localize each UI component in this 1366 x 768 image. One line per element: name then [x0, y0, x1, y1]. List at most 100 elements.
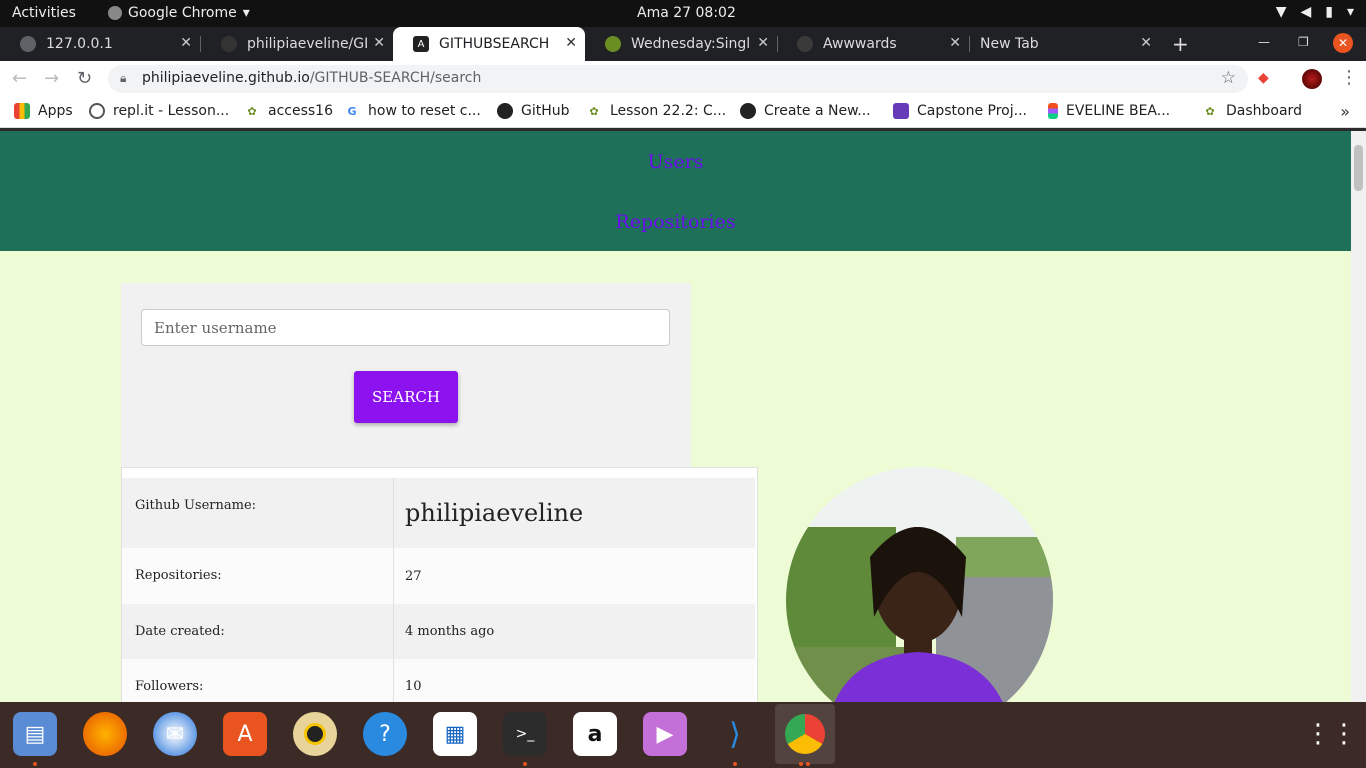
software-center-icon[interactable]: A	[223, 712, 267, 756]
bookmark-label: Lesson 22.2: C...	[610, 103, 727, 119]
bookmark-how-to-reset[interactable]: G how to reset c...	[344, 103, 481, 119]
figma-icon	[1048, 103, 1058, 119]
bookmark-label: access16	[268, 103, 333, 119]
bookmark-label: Apps	[38, 103, 73, 119]
tab-label: 127.0.0.1	[46, 36, 113, 52]
rhythmbox-icon[interactable]	[293, 712, 337, 756]
help-icon[interactable]: ?	[363, 712, 407, 756]
show-apps-icon[interactable]: ⋮⋮	[1305, 712, 1357, 756]
tab-github-repo[interactable]: philipiaeveline/GIT ✕	[201, 27, 393, 61]
restore-icon[interactable]: ❐	[1298, 35, 1309, 49]
row-key: Github Username:	[122, 478, 394, 548]
running-indicator	[733, 762, 737, 766]
kebab-menu-icon[interactable]: ⋮	[1340, 67, 1358, 88]
chrome-icon[interactable]	[775, 704, 835, 764]
bookmark-github[interactable]: GitHub	[497, 103, 570, 119]
bookmark-access16[interactable]: ✿ access16	[244, 103, 333, 119]
vscode-icon[interactable]: ⟩	[713, 712, 757, 756]
back-icon[interactable]: ←	[12, 68, 27, 89]
bookmarks-overflow-icon[interactable]: »	[1340, 102, 1350, 121]
tab-wednesday[interactable]: Wednesday:Single ✕	[585, 27, 777, 61]
forms-icon	[893, 103, 909, 119]
browser-toolbar: ← → ↻ 🔒︎ philipiaeveline.github.io/GITHU…	[0, 61, 1366, 97]
tab-awwwards[interactable]: Awwwards ✕	[777, 27, 969, 61]
close-tab-icon[interactable]: ✕	[565, 35, 577, 51]
app-menu[interactable]: Google Chrome ▾	[108, 5, 250, 21]
bookmark-create-a-new[interactable]: Create a New...	[740, 103, 871, 119]
running-indicator	[523, 762, 527, 766]
github-icon	[740, 103, 756, 119]
bookmark-star-icon[interactable]: ☆	[1221, 68, 1236, 88]
moringa-icon: ✿	[247, 104, 257, 118]
activities-button[interactable]: Activities	[12, 5, 76, 21]
url-text[interactable]: philipiaeveline.github.io/GITHUB-SEARCH/…	[142, 70, 481, 86]
bookmark-label: Create a New...	[764, 103, 871, 119]
videos-icon[interactable]: ▶	[643, 712, 687, 756]
close-tab-icon[interactable]: ✕	[180, 35, 192, 51]
globe-icon	[797, 36, 813, 52]
tab-127-0-0-1[interactable]: 127.0.0.1 ✕	[0, 27, 200, 61]
window-close-icon[interactable]: ✕	[1333, 33, 1353, 53]
table-row: Github Username: philipiaeveline	[122, 478, 755, 548]
close-tab-icon[interactable]: ✕	[373, 35, 385, 51]
moringa-icon: ✿	[589, 104, 599, 118]
amazon-icon[interactable]: a	[573, 712, 617, 756]
page-scrollbar[interactable]	[1351, 131, 1366, 702]
globe-icon	[20, 36, 36, 52]
new-tab-icon[interactable]: +	[1172, 32, 1189, 56]
ubuntu-dock: ▤ ✉ A ? ▦ >_ a ▶ ⟩ ⋮⋮	[0, 702, 1366, 768]
tab-githubsearch[interactable]: A GITHUBSEARCH ✕	[393, 27, 585, 61]
profile-table: Github Username: philipiaeveline Reposit…	[121, 467, 758, 702]
chevron-down-icon: ▾	[1346, 4, 1354, 20]
username-input[interactable]	[141, 309, 670, 346]
nav-repositories-link[interactable]: Repositories	[0, 211, 1351, 233]
system-top-bar: Activities Google Chrome ▾ Ama 27 08:02 …	[0, 0, 1366, 27]
moringa-icon: ✿	[1205, 104, 1215, 118]
app-name: Google Chrome	[128, 5, 237, 21]
reload-icon[interactable]: ↻	[77, 68, 92, 89]
moringa-icon	[605, 36, 621, 52]
row-key: Repositories:	[122, 548, 394, 604]
site-navbar: Users Repositories	[0, 131, 1351, 251]
firefox-icon[interactable]	[83, 712, 127, 756]
bookmark-capstone[interactable]: Capstone Proj...	[893, 103, 1027, 119]
system-tray[interactable]: ▼ ◀ ▮ ▾	[1276, 4, 1354, 20]
forward-icon[interactable]: →	[44, 68, 59, 89]
search-card: SEARCH	[121, 283, 691, 467]
minimize-icon[interactable]: —	[1258, 35, 1270, 49]
running-indicator	[799, 762, 803, 766]
files-icon[interactable]: ▤	[13, 712, 57, 756]
close-tab-icon[interactable]: ✕	[757, 35, 769, 51]
volume-icon: ◀	[1300, 4, 1312, 20]
bookmark-label: how to reset c...	[368, 103, 481, 119]
search-button[interactable]: SEARCH	[354, 371, 458, 423]
apps-grid-icon	[14, 103, 30, 119]
bookmark-dashboard[interactable]: ✿ Dashboard	[1202, 103, 1302, 119]
bookmark-label: GitHub	[521, 103, 570, 119]
profile-avatar[interactable]	[1302, 69, 1322, 89]
tab-strip: 127.0.0.1 ✕ philipiaeveline/GIT ✕ A GITH…	[0, 27, 1366, 61]
scrollbar-thumb[interactable]	[1354, 145, 1363, 191]
bookmark-eveline-bea[interactable]: EVELINE BEA...	[1048, 103, 1170, 119]
close-tab-icon[interactable]: ✕	[1140, 35, 1152, 51]
thunderbird-icon[interactable]: ✉	[153, 712, 197, 756]
table-row: Date created: 4 months ago	[122, 604, 755, 659]
google-icon: G	[347, 104, 357, 118]
address-bar[interactable]: 🔒︎ philipiaeveline.github.io/GITHUB-SEAR…	[108, 65, 1248, 93]
wifi-icon: ▼	[1275, 4, 1287, 20]
tab-new-tab[interactable]: New Tab ✕	[960, 27, 1160, 61]
lock-icon[interactable]: 🔒︎	[120, 71, 126, 86]
nav-users-link[interactable]: Users	[0, 151, 1351, 173]
bookmark-label: Dashboard	[1226, 103, 1302, 119]
extension-icon[interactable]: ◆	[1258, 70, 1269, 86]
clock[interactable]: Ama 27 08:02	[637, 5, 736, 21]
bookmark-label: Capstone Proj...	[917, 103, 1027, 119]
repositories-value: 27	[405, 568, 422, 584]
libreoffice-impress-icon[interactable]: ▦	[433, 712, 477, 756]
bookmark-lesson-22-2[interactable]: ✿ Lesson 22.2: C...	[586, 103, 726, 119]
terminal-icon[interactable]: >_	[503, 712, 547, 756]
followers-value: 10	[405, 679, 422, 694]
date-created-value: 4 months ago	[405, 624, 495, 639]
bookmark-apps[interactable]: Apps	[14, 103, 73, 119]
bookmark-replit[interactable]: repl.it - Lesson...	[89, 103, 229, 119]
